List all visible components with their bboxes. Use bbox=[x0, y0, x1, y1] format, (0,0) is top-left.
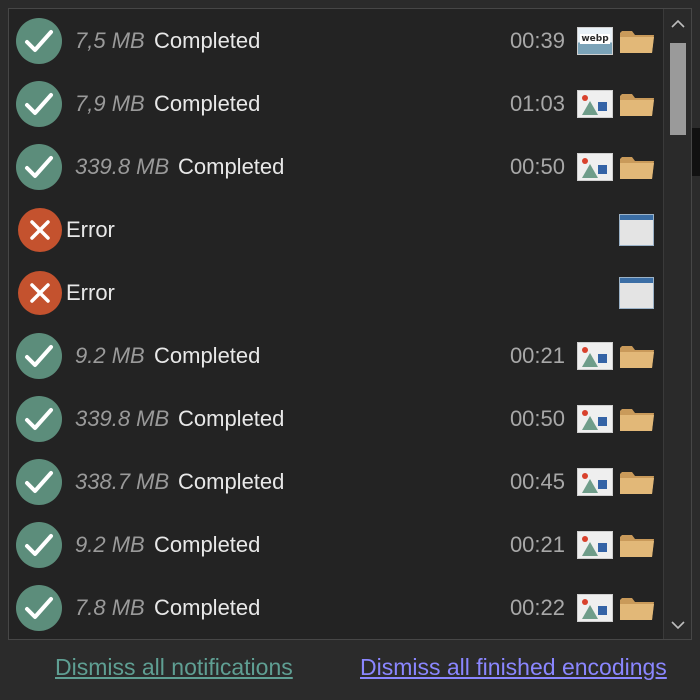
image-thumbnail-icon[interactable] bbox=[577, 89, 613, 118]
image-thumbnail-icon[interactable] bbox=[577, 467, 613, 496]
scroll-up-icon[interactable] bbox=[664, 9, 691, 37]
window-title-bar bbox=[620, 214, 653, 220]
log-window-icon[interactable] bbox=[619, 213, 654, 246]
error-icon bbox=[18, 270, 62, 315]
notification-row[interactable]: 7.8 MB Completed 00:22 bbox=[9, 576, 661, 639]
duration: 00:50 bbox=[509, 405, 565, 431]
panel-left-edge bbox=[0, 0, 8, 640]
open-folder-icon[interactable] bbox=[619, 405, 655, 433]
scroll-thumb[interactable] bbox=[670, 43, 686, 135]
status-label: Completed bbox=[178, 405, 285, 431]
image-thumbnail-icon[interactable] bbox=[577, 593, 613, 622]
background-window-edge bbox=[692, 128, 700, 176]
file-size: 7,5 MB bbox=[75, 27, 145, 53]
notification-row[interactable]: 7,5 MB Completed 00:39 webp bbox=[9, 9, 661, 72]
log-window-icon[interactable] bbox=[619, 276, 654, 309]
check-icon bbox=[16, 584, 62, 631]
file-size: 9.2 MB bbox=[75, 342, 145, 368]
notification-list: 7,5 MB Completed 00:39 webp 7,9 MB Completed 0… bbox=[9, 9, 661, 639]
status-label: Completed bbox=[154, 27, 261, 53]
webp-thumbnail-icon[interactable]: webp bbox=[577, 26, 613, 55]
status-label: Error bbox=[66, 216, 115, 242]
footer-bar: Dismiss all notifications Dismiss all fi… bbox=[0, 640, 700, 700]
window-title-bar bbox=[620, 277, 653, 283]
notification-row[interactable]: Error bbox=[9, 198, 661, 261]
duration: 00:50 bbox=[509, 153, 565, 179]
notification-row[interactable]: 7,9 MB Completed 01:03 bbox=[9, 72, 661, 135]
duration: 00:39 bbox=[509, 27, 565, 53]
panel-right-edge bbox=[692, 0, 700, 640]
file-size: 338.7 MB bbox=[75, 468, 170, 494]
file-size: 9.2 MB bbox=[75, 531, 145, 557]
notification-row[interactable]: 339.8 MB Completed 00:50 bbox=[9, 387, 661, 450]
status-label: Completed bbox=[154, 90, 261, 116]
check-icon bbox=[16, 458, 62, 505]
webp-label: webp bbox=[580, 33, 610, 44]
check-icon bbox=[16, 80, 62, 127]
open-folder-icon[interactable] bbox=[619, 27, 655, 55]
scroll-down-icon[interactable] bbox=[664, 611, 691, 639]
open-folder-icon[interactable] bbox=[619, 90, 655, 118]
open-folder-icon[interactable] bbox=[619, 153, 655, 181]
status-label: Completed bbox=[154, 594, 261, 620]
status-label: Error bbox=[66, 279, 115, 305]
file-size: 7.8 MB bbox=[75, 594, 145, 620]
check-icon bbox=[16, 395, 62, 442]
notification-row[interactable]: 9.2 MB Completed 00:21 bbox=[9, 513, 661, 576]
open-folder-icon[interactable] bbox=[619, 594, 655, 622]
open-folder-icon[interactable] bbox=[619, 342, 655, 370]
dismiss-finished-encodings-link[interactable]: Dismiss all finished encodings bbox=[360, 654, 667, 681]
image-thumbnail-icon[interactable] bbox=[577, 404, 613, 433]
duration: 00:22 bbox=[509, 594, 565, 620]
duration: 01:03 bbox=[509, 90, 565, 116]
notifications-panel: 7,5 MB Completed 00:39 webp 7,9 MB Completed 0… bbox=[0, 0, 700, 700]
status-label: Completed bbox=[154, 342, 261, 368]
file-size: 339.8 MB bbox=[75, 405, 170, 431]
status-label: Completed bbox=[178, 153, 285, 179]
error-icon bbox=[18, 207, 62, 252]
open-folder-icon[interactable] bbox=[619, 468, 655, 496]
notification-row[interactable]: 9.2 MB Completed 00:21 bbox=[9, 324, 661, 387]
image-thumbnail-icon[interactable] bbox=[577, 152, 613, 181]
duration: 00:45 bbox=[509, 468, 565, 494]
notification-row[interactable]: 338.7 MB Completed 00:45 bbox=[9, 450, 661, 513]
status-label: Completed bbox=[154, 531, 261, 557]
image-thumbnail-icon[interactable] bbox=[577, 530, 613, 559]
status-label: Completed bbox=[178, 468, 285, 494]
check-icon bbox=[16, 521, 62, 568]
file-size: 339.8 MB bbox=[75, 153, 170, 179]
vertical-scrollbar[interactable] bbox=[663, 9, 691, 639]
file-size: 7,9 MB bbox=[75, 90, 145, 116]
duration: 00:21 bbox=[509, 531, 565, 557]
image-thumbnail-icon[interactable] bbox=[577, 341, 613, 370]
dismiss-all-notifications-link[interactable]: Dismiss all notifications bbox=[55, 654, 293, 681]
notification-row[interactable]: Error bbox=[9, 261, 661, 324]
check-icon bbox=[16, 332, 62, 379]
check-icon bbox=[16, 143, 62, 190]
open-folder-icon[interactable] bbox=[619, 531, 655, 559]
duration: 00:21 bbox=[509, 342, 565, 368]
notification-row[interactable]: 339.8 MB Completed 00:50 bbox=[9, 135, 661, 198]
panel-top-edge bbox=[0, 0, 700, 8]
check-icon bbox=[16, 17, 62, 64]
